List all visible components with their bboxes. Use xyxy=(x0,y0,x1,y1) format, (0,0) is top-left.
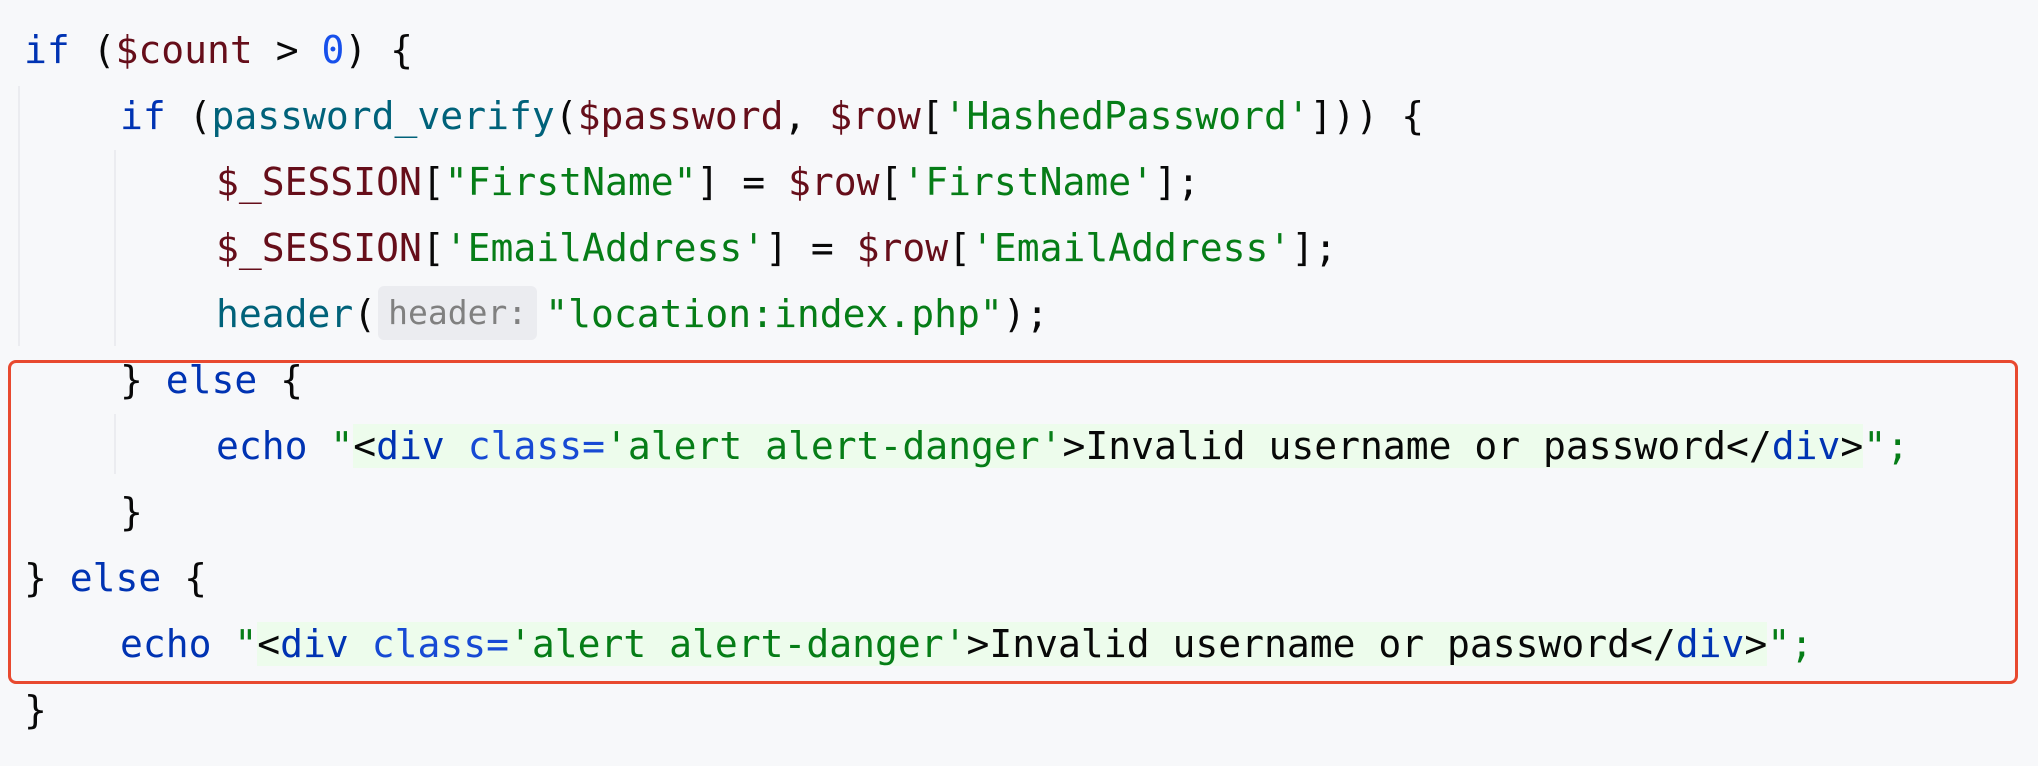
operator: > xyxy=(252,28,322,72)
code-line-3[interactable]: $_SESSION["FirstName"] = $row['FirstName… xyxy=(216,149,1200,215)
html-tag: div xyxy=(376,424,445,468)
punct: { xyxy=(257,358,304,402)
keyword-if: if xyxy=(120,94,166,138)
string-quote: " xyxy=(211,622,258,666)
punct: , xyxy=(783,94,830,138)
html-fragment: <div class='alert alert-danger'>Invalid … xyxy=(353,424,1864,468)
string-literal: 'EmailAddress' xyxy=(444,226,766,270)
html-attr: class= xyxy=(444,424,605,468)
keyword-echo: echo xyxy=(216,424,308,468)
function-password-verify: password_verify xyxy=(211,94,555,138)
punct: } xyxy=(24,688,47,732)
variable-row: $row xyxy=(787,160,880,204)
punct: [ xyxy=(421,160,445,204)
indent-guide xyxy=(18,86,20,346)
punct: ( xyxy=(353,292,377,336)
html-punct: > xyxy=(1840,424,1864,468)
punct: ] = xyxy=(696,160,788,204)
punct: ( xyxy=(554,94,578,138)
indent-guide xyxy=(114,414,116,474)
code-line-4[interactable]: $_SESSION['EmailAddress'] = $row['EmailA… xyxy=(216,215,1337,281)
string-literal: "location:index.php" xyxy=(545,292,1003,336)
punct: [ xyxy=(421,226,445,270)
variable-session: $_SESSION xyxy=(216,160,422,204)
html-punct: > xyxy=(1744,622,1768,666)
punct: ( xyxy=(165,94,212,138)
code-line-6[interactable]: } else { xyxy=(120,347,303,413)
html-attr-value: 'alert alert-danger' xyxy=(508,622,967,666)
punct: ]; xyxy=(1154,160,1200,204)
keyword-echo: echo xyxy=(120,622,212,666)
code-line-9[interactable]: } else { xyxy=(24,545,207,611)
html-tag: div xyxy=(1771,424,1841,468)
punct: { xyxy=(161,556,208,600)
code-line-2[interactable]: if (password_verify($password, $row['Has… xyxy=(120,83,1424,149)
html-text: Invalid username or password xyxy=(1085,424,1727,468)
punct: } xyxy=(24,556,70,600)
html-punct: </ xyxy=(1630,622,1676,666)
string-literal: 'FirstName' xyxy=(902,160,1155,204)
string-literal: 'HashedPassword' xyxy=(943,94,1310,138)
variable-row: $row xyxy=(856,226,949,270)
keyword-else: else xyxy=(69,556,162,600)
string-literal: 'EmailAddress' xyxy=(971,226,1292,270)
punct: [ xyxy=(879,160,903,204)
html-punct: < xyxy=(257,622,281,666)
html-fragment: <div class='alert alert-danger'>Invalid … xyxy=(257,622,1768,666)
html-punct: > xyxy=(1062,424,1086,468)
variable-row: $row xyxy=(829,94,921,138)
code-line-7[interactable]: echo "<div class='alert alert-danger'>In… xyxy=(216,413,1909,479)
punct: } xyxy=(120,358,166,402)
punct: ); xyxy=(1002,292,1049,336)
punct: [ xyxy=(948,226,972,270)
html-punct: </ xyxy=(1726,424,1772,468)
variable-password: $password xyxy=(577,94,784,138)
html-tag: div xyxy=(1675,622,1745,666)
code-editor[interactable]: if ($count > 0) { if (password_verify($p… xyxy=(0,0,2038,766)
punct: ( xyxy=(69,28,116,72)
code-line-10[interactable]: echo "<div class='alert alert-danger'>In… xyxy=(120,611,1813,677)
indent-guide xyxy=(114,150,116,346)
code-line-11[interactable]: } xyxy=(24,677,47,743)
number-literal: 0 xyxy=(321,28,345,72)
keyword-else: else xyxy=(165,358,258,402)
variable-session: $_SESSION xyxy=(216,226,422,270)
punct: ] = xyxy=(765,226,857,270)
html-attr: class= xyxy=(348,622,509,666)
html-punct: > xyxy=(966,622,990,666)
string-quote: " xyxy=(307,424,354,468)
string-quote: "; xyxy=(1767,622,1814,666)
variable-count: $count xyxy=(115,28,253,72)
code-line-5[interactable]: header(header: "location:index.php"); xyxy=(216,281,1049,347)
html-tag: div xyxy=(280,622,349,666)
keyword-if: if xyxy=(24,28,70,72)
punct: [ xyxy=(920,94,944,138)
parameter-hint: header: xyxy=(378,286,538,340)
punct: } xyxy=(120,490,143,534)
punct: ]; xyxy=(1291,226,1338,270)
function-header: header xyxy=(216,292,354,336)
punct: ) { xyxy=(344,28,413,72)
code-line-1[interactable]: if ($count > 0) { xyxy=(24,17,413,83)
html-attr-value: 'alert alert-danger' xyxy=(604,424,1063,468)
html-text: Invalid username or password xyxy=(989,622,1631,666)
string-quote: "; xyxy=(1863,424,1910,468)
punct: ])) { xyxy=(1309,94,1425,138)
code-line-8[interactable]: } xyxy=(120,479,143,545)
string-literal: "FirstName" xyxy=(444,160,697,204)
html-punct: < xyxy=(353,424,377,468)
